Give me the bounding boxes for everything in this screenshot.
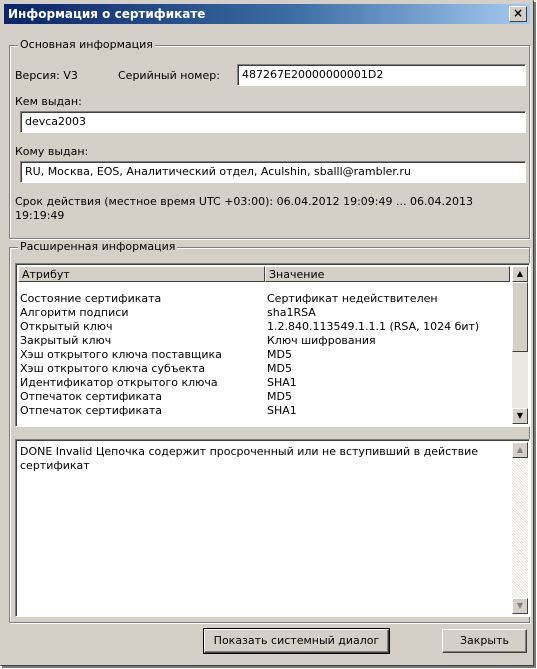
attribute-value: MD5 bbox=[267, 348, 292, 361]
show-system-dialog-button[interactable]: Показать системный диалог bbox=[203, 628, 390, 654]
close-icon: × bbox=[512, 6, 524, 20]
serial-number-field[interactable]: 487267E20000000001D2 bbox=[237, 64, 526, 86]
scroll-up-button[interactable]: ▲ bbox=[512, 266, 528, 282]
column-header-attribute[interactable]: Атрибут bbox=[18, 266, 265, 282]
details-scroll-up-button[interactable]: ▲ bbox=[512, 442, 528, 458]
basic-info-legend: Основная информация bbox=[18, 38, 155, 51]
chevron-down-icon: ▼ bbox=[516, 601, 524, 610]
attributes-list[interactable]: Атрибут Значение Состояние сертификата Се… bbox=[15, 263, 530, 427]
title-bar: Информация о сертификате × bbox=[4, 4, 530, 24]
chevron-up-icon: ▲ bbox=[516, 445, 524, 454]
attribute-name: Алгоритм подписи bbox=[20, 306, 129, 319]
attribute-value: 1.2.840.113549.1.1.1 (RSA, 1024 бит) bbox=[267, 320, 480, 333]
attribute-name: Идентификатор открытого ключа bbox=[20, 376, 218, 389]
details-scrollbar[interactable]: ▲ ▼ bbox=[512, 442, 528, 614]
close-button[interactable]: Закрыть bbox=[442, 629, 527, 653]
column-header-value[interactable]: Значение bbox=[265, 266, 510, 282]
issuer-field[interactable]: devca2003 bbox=[20, 111, 526, 133]
issuer-label: Кем выдан: bbox=[15, 95, 82, 108]
chevron-up-icon: ▲ bbox=[516, 269, 524, 278]
scroll-thumb[interactable] bbox=[512, 282, 528, 352]
attribute-value: MD5 bbox=[267, 390, 292, 403]
validity-line-2: 19:19:49 bbox=[15, 209, 65, 222]
attributes-scrollbar[interactable]: ▲ ▼ bbox=[512, 266, 528, 424]
attribute-value: MD5 bbox=[267, 362, 292, 375]
details-line-2: сертификат bbox=[20, 459, 90, 472]
details-textarea[interactable]: DONE Invalid Цепочка содержит просроченн… bbox=[15, 439, 530, 617]
extended-info-legend: Расширенная информация bbox=[18, 240, 178, 253]
certificate-info-window: Информация о сертификате × Основная инфо… bbox=[0, 0, 534, 666]
attribute-value: Сертификат недействителен bbox=[267, 292, 438, 305]
attribute-value: SHA1 bbox=[267, 376, 297, 389]
attribute-value: sha1RSA bbox=[267, 306, 316, 319]
attribute-name: Закрытый ключ bbox=[20, 334, 112, 347]
attribute-name: Состояние сертификата bbox=[20, 292, 162, 305]
attribute-name: Хэш открытого ключа поставщика bbox=[20, 348, 222, 361]
attribute-name: Хэш открытого ключа субъекта bbox=[20, 362, 206, 375]
version-label: Версия: V3 bbox=[15, 69, 78, 82]
details-scroll-down-button[interactable]: ▼ bbox=[512, 598, 528, 614]
chevron-down-icon: ▼ bbox=[516, 411, 524, 420]
attribute-value: Ключ шифрования bbox=[267, 334, 376, 347]
serial-number-label: Серийный номер: bbox=[118, 69, 220, 82]
subject-label: Кому выдан: bbox=[15, 145, 89, 158]
close-window-button[interactable]: × bbox=[509, 6, 527, 22]
attribute-name: Отпечаток сертификата bbox=[20, 404, 162, 417]
details-line-1: DONE Invalid Цепочка содержит просроченн… bbox=[20, 445, 478, 458]
validity-line-1: Срок действия (местное время UTC +03:00)… bbox=[15, 195, 473, 208]
scroll-down-button[interactable]: ▼ bbox=[512, 408, 528, 424]
attribute-value: SHA1 bbox=[267, 404, 297, 417]
attribute-name: Отпечаток сертификата bbox=[20, 390, 162, 403]
window-title: Информация о сертификате bbox=[8, 7, 206, 21]
attribute-name: Открытый ключ bbox=[20, 320, 113, 333]
subject-field[interactable]: RU, Москва, EOS, Аналитический отдел, Ac… bbox=[20, 161, 526, 183]
